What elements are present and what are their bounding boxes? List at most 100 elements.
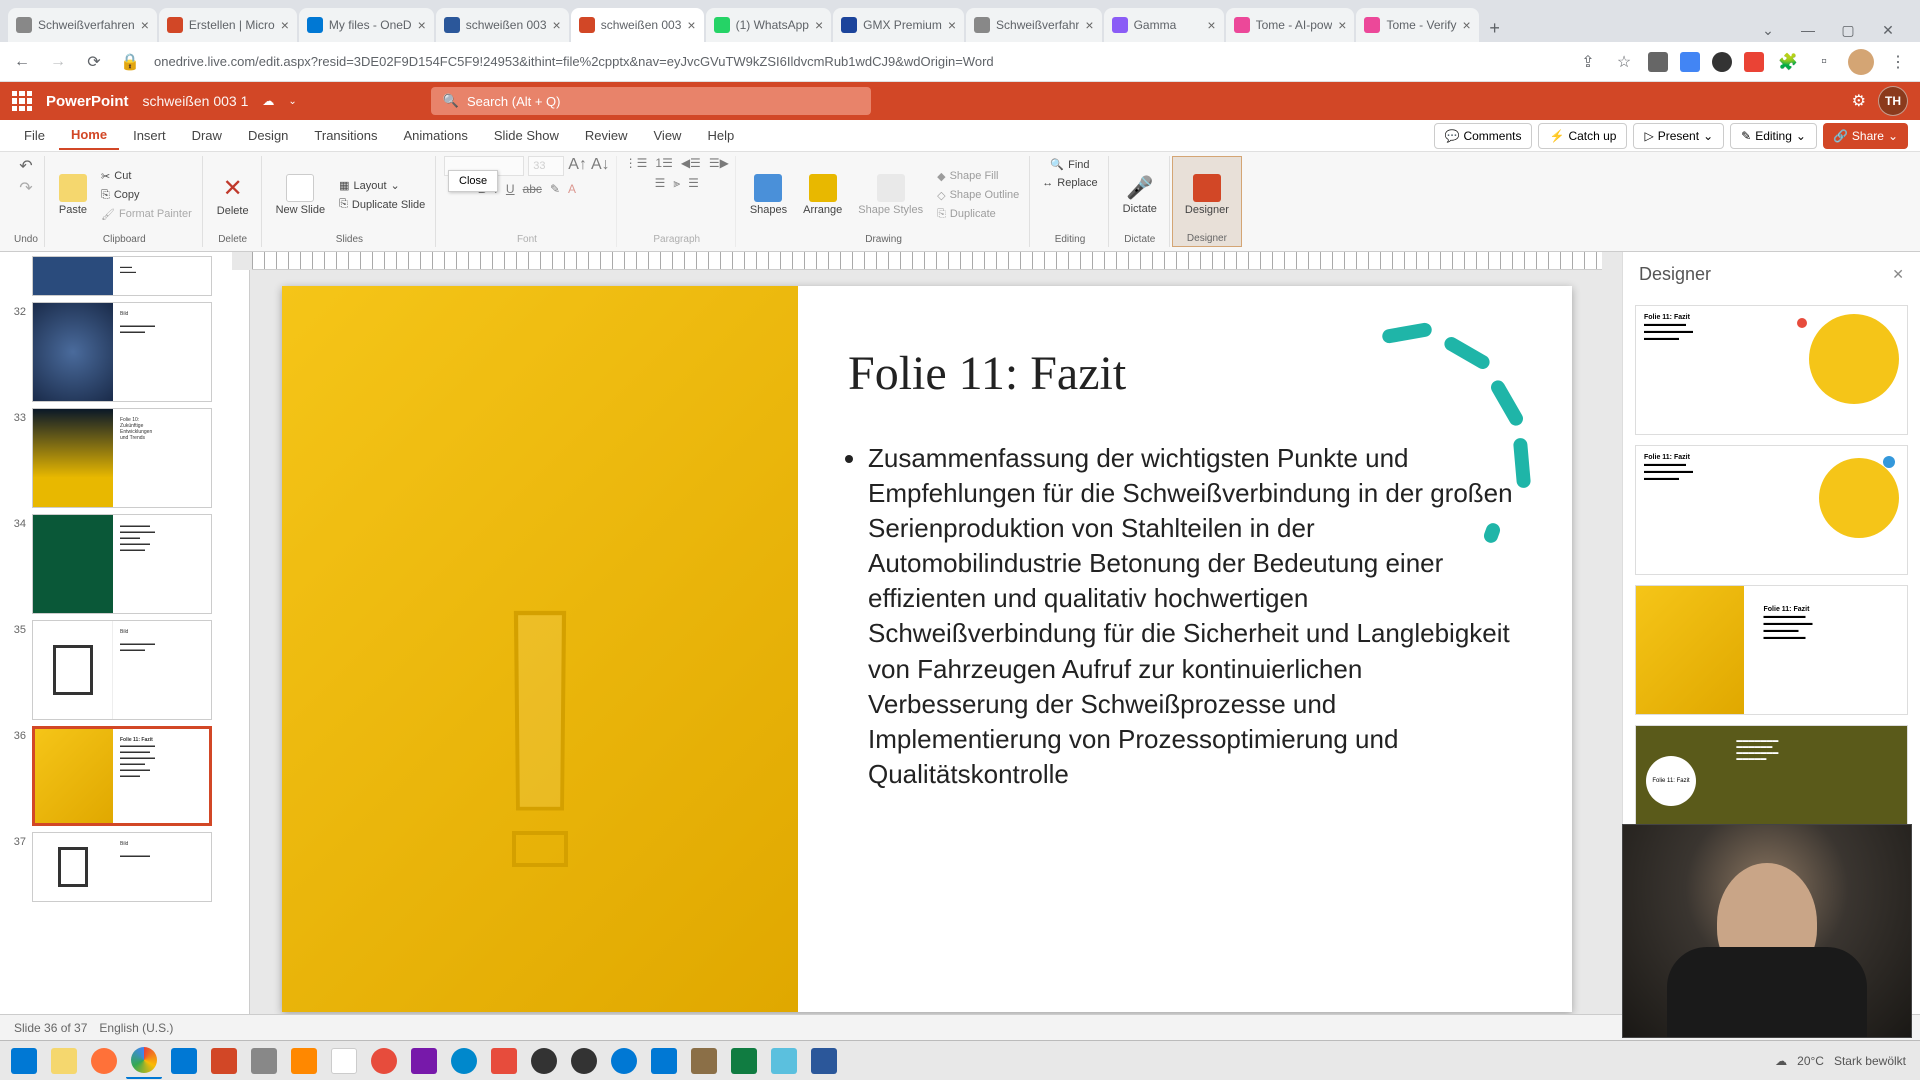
url-field[interactable]: onedrive.live.com/edit.aspx?resid=3DE02F… (154, 54, 1564, 69)
notepad-icon[interactable] (766, 1043, 802, 1079)
start-button[interactable] (6, 1043, 42, 1079)
tab-help[interactable]: Help (695, 122, 746, 149)
copy-button[interactable]: ⎘ Copy (97, 187, 196, 204)
app-icon[interactable] (686, 1043, 722, 1079)
designer-button[interactable]: Designer (1179, 170, 1235, 220)
close-icon[interactable]: × (948, 17, 956, 33)
browser-tab[interactable]: Tome - AI-pow× (1226, 8, 1355, 42)
telegram-icon[interactable] (446, 1043, 482, 1079)
tab-design[interactable]: Design (236, 122, 300, 149)
shape-styles-button[interactable]: Shape Styles (852, 170, 929, 220)
slide-thumbnail[interactable]: ▬▬▬▬▬▬▬▬▬▬▬▬▬▬▬▬▬▬▬▬▬▬▬▬▬▬▬▬ (32, 514, 212, 614)
font-size-input[interactable] (528, 156, 564, 176)
paste-button[interactable]: Paste (53, 170, 93, 220)
user-avatar[interactable]: TH (1878, 86, 1908, 116)
sidepanel-icon[interactable]: ▫ (1812, 50, 1836, 74)
close-icon[interactable]: × (1085, 17, 1093, 33)
browser-tab[interactable]: My files - OneD× (299, 8, 434, 42)
back-button[interactable]: ← (10, 50, 34, 74)
browser-tab-active[interactable]: schweißen 003× (571, 8, 704, 42)
comments-button[interactable]: 💬 Comments (1434, 123, 1533, 149)
file-name[interactable]: schweißen 003 1 (143, 93, 249, 109)
duplicate-slide-button[interactable]: ⎘ Duplicate Slide (335, 196, 429, 213)
browser-tab[interactable]: Tome - Verify× (1356, 8, 1478, 42)
editing-button[interactable]: ✎ Editing ⌄ (1730, 123, 1817, 149)
star-icon[interactable]: ☆ (1612, 50, 1636, 74)
present-button[interactable]: ▷ Present ⌄ (1633, 123, 1724, 149)
tab-file[interactable]: File (12, 122, 57, 149)
design-option[interactable]: Folie 11: Fazit▬▬▬▬▬▬▬▬▬▬▬▬▬▬▬▬▬▬ (1635, 445, 1908, 575)
design-option[interactable]: Folie 11: Fazit▬▬▬▬▬▬▬▬▬▬▬▬▬▬▬▬▬▬▬▬▬▬▬▬ (1635, 585, 1908, 715)
layout-button[interactable]: ▦ Layout ⌄ (335, 177, 429, 194)
increase-font-icon[interactable]: A↑ (568, 156, 587, 176)
slide-thumbnail[interactable]: ▬▬▬▬▬▬▬ (32, 256, 212, 296)
numbering-button[interactable]: 1☰ (655, 156, 672, 170)
firefox-icon[interactable] (86, 1043, 122, 1079)
shapes-button[interactable]: Shapes (744, 170, 793, 220)
powerpoint-icon[interactable] (206, 1043, 242, 1079)
arrange-button[interactable]: Arrange (797, 170, 848, 220)
outlook-icon[interactable] (166, 1043, 202, 1079)
gear-icon[interactable]: ⚙ (1852, 91, 1866, 111)
chrome-icon[interactable] (126, 1043, 162, 1079)
dictate-button[interactable]: 🎤Dictate (1117, 171, 1163, 219)
browser-tab[interactable]: Gamma× (1104, 8, 1224, 42)
slide-canvas[interactable]: Folie 11: Fazit Zusammenfassung der wich… (282, 286, 1572, 1012)
file-explorer-icon[interactable] (46, 1043, 82, 1079)
reload-button[interactable]: ⟳ (82, 50, 106, 74)
search-input[interactable]: 🔍 Search (Alt + Q) (431, 87, 871, 115)
cut-button[interactable]: ✂ Cut (97, 168, 196, 185)
vlc-icon[interactable] (286, 1043, 322, 1079)
align-left-button[interactable]: ☰ (655, 176, 666, 191)
minimize-icon[interactable]: — (1792, 18, 1824, 42)
slide-thumbnail[interactable]: Folie 10:ZukünftigeEntwicklungenund Tren… (32, 408, 212, 508)
close-icon[interactable]: × (815, 17, 823, 33)
app-icon[interactable] (646, 1043, 682, 1079)
browser-tab[interactable]: (1) WhatsApp× (706, 8, 832, 42)
decrease-font-icon[interactable]: A↓ (591, 156, 610, 176)
close-icon[interactable]: × (418, 17, 426, 33)
extension-icon[interactable] (1712, 52, 1732, 72)
tab-draw[interactable]: Draw (180, 122, 234, 149)
lock-icon[interactable]: 🔒 (118, 50, 142, 74)
extensions-icon[interactable]: 🧩 (1776, 50, 1800, 74)
tab-review[interactable]: Review (573, 122, 640, 149)
font-color-button[interactable]: A (568, 182, 576, 196)
shape-fill-button[interactable]: ◆ Shape Fill (933, 168, 1023, 185)
extension-icon[interactable] (1744, 52, 1764, 72)
shape-outline-button[interactable]: ◇ Shape Outline (933, 187, 1023, 204)
excel-icon[interactable] (726, 1043, 762, 1079)
close-icon[interactable]: ✕ (1892, 266, 1904, 283)
forward-button[interactable]: → (46, 50, 70, 74)
weather-icon[interactable]: ☁ (1775, 1054, 1787, 1068)
close-window-icon[interactable]: ✕ (1872, 18, 1904, 42)
profile-avatar[interactable] (1848, 49, 1874, 75)
app-icon[interactable] (526, 1043, 562, 1079)
tab-animations[interactable]: Animations (392, 122, 480, 149)
format-painter-button[interactable]: 🖌 Format Painter (97, 206, 196, 223)
bullets-button[interactable]: ⋮☰ (625, 156, 648, 170)
tab-view[interactable]: View (642, 122, 694, 149)
align-center-button[interactable]: ⫸ (673, 176, 680, 191)
tab-home[interactable]: Home (59, 121, 119, 150)
app-icon[interactable] (326, 1043, 362, 1079)
browser-tab[interactable]: GMX Premium× (833, 8, 964, 42)
word-icon[interactable] (806, 1043, 842, 1079)
design-option[interactable]: Folie 11: Fazit ▬▬▬▬▬▬▬▬▬▬▬▬▬▬▬▬▬▬▬▬▬▬▬▬… (1635, 725, 1908, 825)
underline-button[interactable]: U (506, 182, 515, 196)
slide-thumbnail[interactable]: Bild▬▬▬▬▬▬ (32, 832, 212, 902)
chevron-down-icon[interactable]: ⌄ (288, 96, 296, 107)
app-icon[interactable] (566, 1043, 602, 1079)
indent-right-button[interactable]: ☰▶ (709, 156, 729, 170)
find-button[interactable]: 🔍 Find (1046, 156, 1093, 173)
slide-thumbnail-panel[interactable]: ▬▬▬▬▬▬▬ 32Bild▬▬▬▬▬▬▬▬▬▬▬▬ 33Folie 10:Zu… (0, 252, 232, 1014)
app-icon[interactable] (366, 1043, 402, 1079)
app-icon[interactable] (246, 1043, 282, 1079)
catchup-button[interactable]: ⚡ Catch up (1538, 123, 1627, 149)
language-status[interactable]: English (U.S.) (99, 1021, 173, 1035)
close-icon[interactable]: × (1463, 17, 1471, 33)
extension-icon[interactable] (1648, 52, 1668, 72)
browser-tab[interactable]: Schweißverfahren× (8, 8, 157, 42)
redo-button[interactable]: ↷ (19, 178, 32, 198)
maximize-icon[interactable]: ▢ (1832, 18, 1864, 42)
